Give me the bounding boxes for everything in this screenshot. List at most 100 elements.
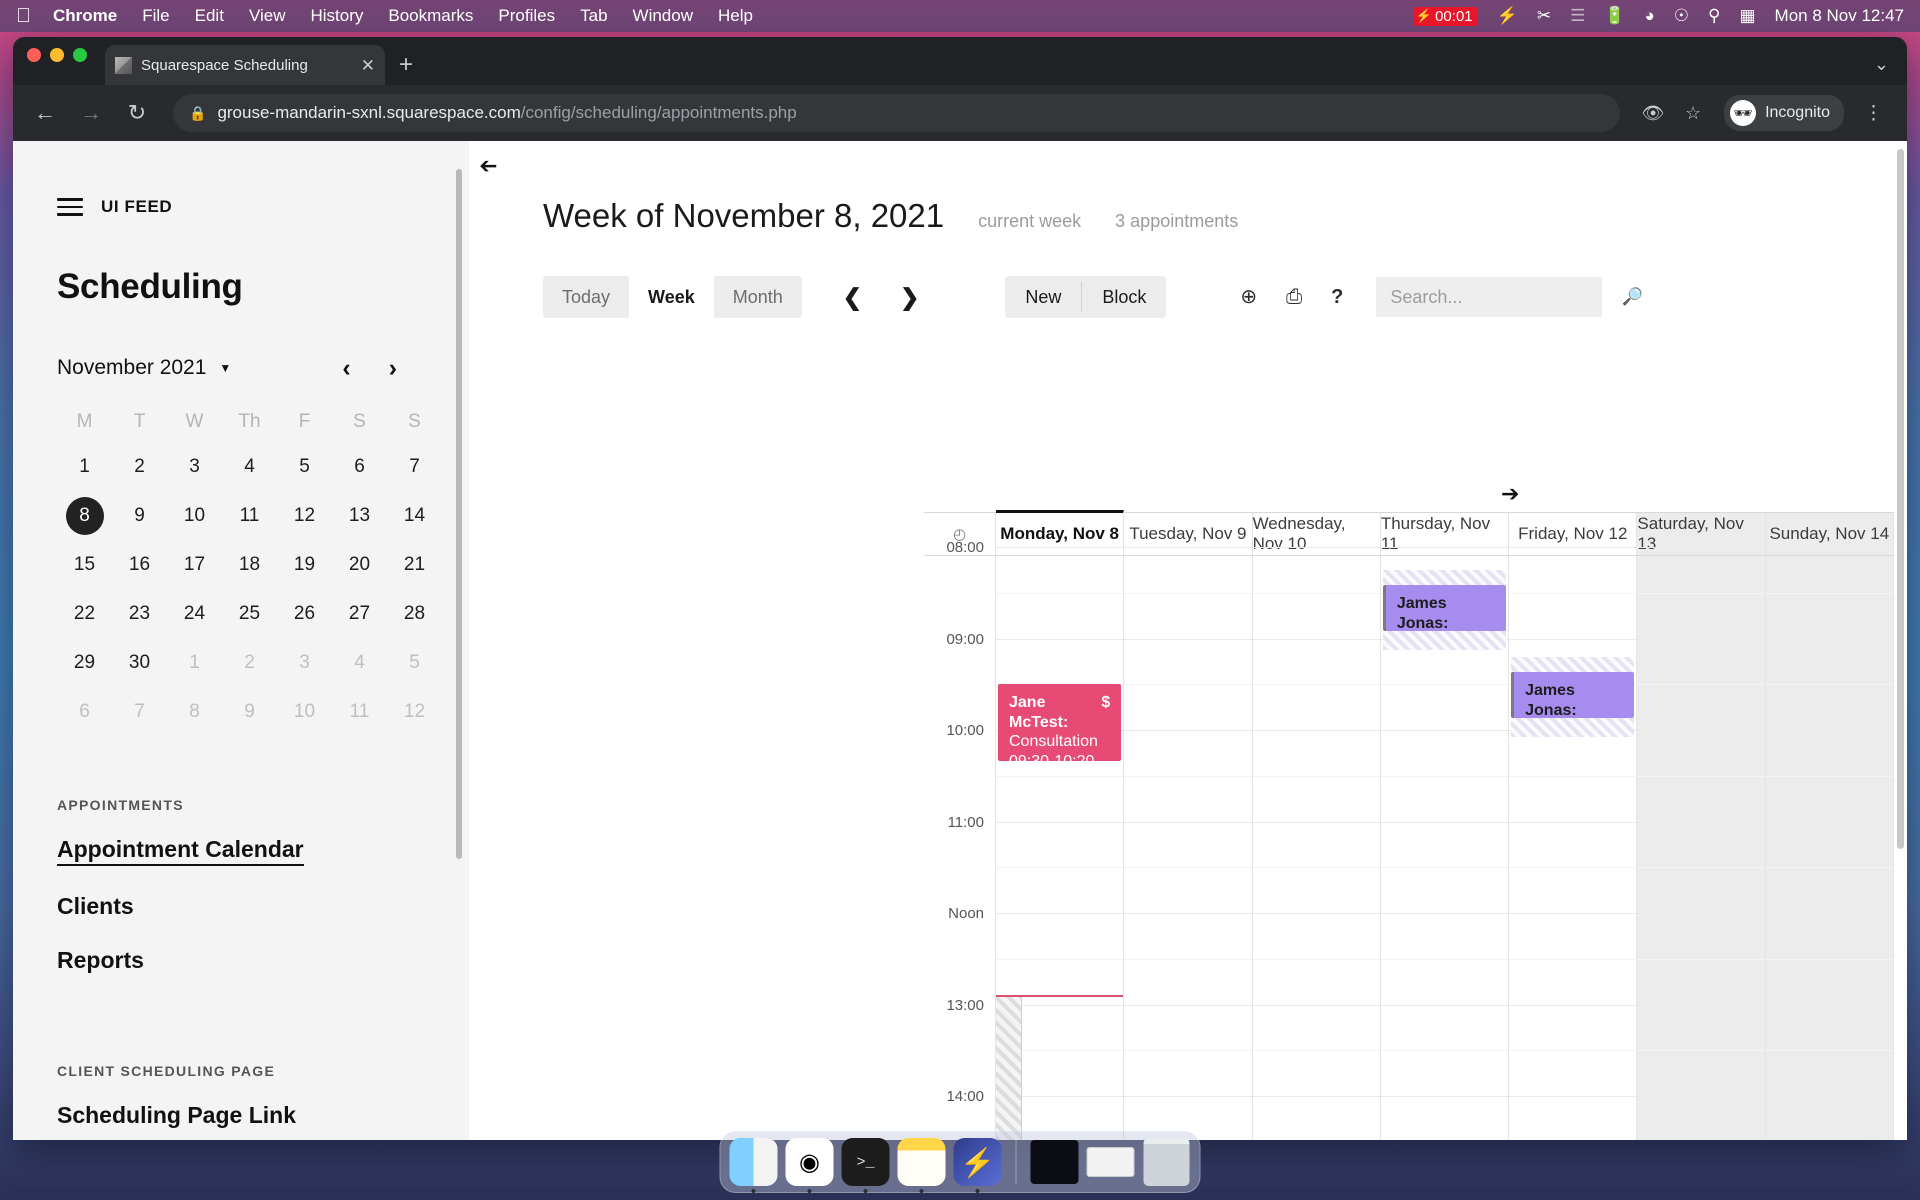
menu-item-history[interactable]: History xyxy=(310,6,363,26)
reload-icon[interactable]: ↻ xyxy=(119,100,155,126)
eye-slash-icon[interactable]: 👁 xyxy=(1638,103,1668,124)
user-icon[interactable]: ☉ xyxy=(1674,6,1689,26)
kebab-menu-icon[interactable]: ⋮ xyxy=(1854,104,1893,123)
mini-cal-day-15[interactable]: 15 xyxy=(57,541,112,590)
mini-cal-day-1[interactable]: 1 xyxy=(167,639,222,688)
calendar-day-column-4[interactable]: James Jonas: Website review09:20-09:50 xyxy=(1509,547,1638,1140)
caret-down-icon[interactable]: ▼ xyxy=(219,361,231,375)
control-center-icon[interactable]: ☰ xyxy=(1570,6,1585,26)
menu-item-profiles[interactable]: Profiles xyxy=(498,6,555,26)
printer-icon[interactable]: ⎙ xyxy=(1286,287,1302,307)
wifi-icon[interactable]: ◕ xyxy=(1644,6,1654,26)
mini-cal-day-26[interactable]: 26 xyxy=(277,590,332,639)
chevron-down-icon[interactable]: ⌄ xyxy=(1874,54,1889,75)
mini-cal-day-11[interactable]: 11 xyxy=(332,688,387,737)
apple-icon[interactable]:  xyxy=(16,6,31,26)
mini-cal-day-20[interactable]: 20 xyxy=(332,541,387,590)
menu-item-view[interactable]: View xyxy=(249,6,286,26)
mini-cal-day-27[interactable]: 27 xyxy=(332,590,387,639)
view-month-button[interactable]: Month xyxy=(714,276,802,318)
search-icon[interactable]: 🔍 xyxy=(1622,287,1643,307)
next-week-button[interactable]: ❯ xyxy=(900,276,919,318)
calendar-day-header-2[interactable]: Wednesday, Nov 10 xyxy=(1253,513,1381,555)
calendar-day-column-0[interactable]: $Jane McTest: Consultation09:30-10:20Giv… xyxy=(996,547,1125,1140)
mini-cal-day-13[interactable]: 13 xyxy=(332,492,387,541)
mini-cal-day-3[interactable]: 3 xyxy=(167,443,222,492)
prev-week-button[interactable]: ❮ xyxy=(843,276,862,318)
search-icon[interactable]: ⚲ xyxy=(1708,6,1720,26)
mini-cal-day-29[interactable]: 29 xyxy=(57,639,112,688)
sidebar-item-appointment-calendar[interactable]: Appointment Calendar xyxy=(57,836,304,866)
calendar-day-column-3[interactable]: James Jonas: Website review08:30-09:00 xyxy=(1380,547,1510,1140)
mini-cal-day-18[interactable]: 18 xyxy=(222,541,277,590)
mini-cal-day-8[interactable]: 8 xyxy=(167,688,222,737)
menu-item-chrome[interactable]: Chrome xyxy=(53,6,117,26)
lightning-icon[interactable]: ⚡ xyxy=(953,1138,1002,1186)
block-time-button[interactable]: Block xyxy=(1082,276,1166,318)
recording-indicator[interactable]: ⚡ 00:01 xyxy=(1412,6,1478,26)
mini-cal-day-7[interactable]: 7 xyxy=(112,688,167,737)
menu-item-bookmarks[interactable]: Bookmarks xyxy=(388,6,473,26)
calendar-day-header-0[interactable]: Monday, Nov 8 xyxy=(996,510,1125,555)
zoom-in-icon[interactable]: ⊕ xyxy=(1240,287,1257,307)
battery-icon[interactable]: 🔋 xyxy=(1604,6,1625,26)
mini-cal-day-22[interactable]: 22 xyxy=(57,590,112,639)
terminal-icon[interactable]: >_ xyxy=(841,1138,890,1186)
mini-cal-day-9[interactable]: 9 xyxy=(222,688,277,737)
new-appointment-button[interactable]: New xyxy=(1005,276,1081,318)
address-bar[interactable]: 🔒 grouse-mandarin-sxnl.squarespace.com/c… xyxy=(173,94,1621,132)
notes-icon[interactable] xyxy=(897,1138,946,1186)
close-window-button[interactable] xyxy=(27,48,41,62)
mini-cal-day-14[interactable]: 14 xyxy=(387,492,442,541)
calendar-day-header-4[interactable]: Friday, Nov 12 xyxy=(1509,513,1638,555)
appointment-block-2[interactable]: James Jonas: Website review09:20-09:50 xyxy=(1511,672,1635,719)
mini-calendar-month[interactable]: November 2021 xyxy=(57,356,206,380)
view-today-button[interactable]: Today xyxy=(543,276,629,318)
chrome-icon[interactable]: ◉ xyxy=(785,1138,834,1186)
chevron-right-icon[interactable]: › xyxy=(389,355,397,381)
mini-cal-day-5[interactable]: 5 xyxy=(277,443,332,492)
sidebar-item-reports[interactable]: Reports xyxy=(57,947,144,974)
mini-cal-day-7[interactable]: 7 xyxy=(387,443,442,492)
window-traffic-lights[interactable] xyxy=(27,37,87,85)
chevron-left-icon[interactable]: ‹ xyxy=(342,355,350,381)
mini-cal-day-6[interactable]: 6 xyxy=(332,443,387,492)
sidebar-scrollbar[interactable] xyxy=(456,169,462,859)
calendar-day-column-6[interactable] xyxy=(1765,547,1894,1140)
maximize-window-button[interactable] xyxy=(73,48,87,62)
screenshot-icon[interactable] xyxy=(1030,1138,1079,1186)
mini-cal-day-12[interactable]: 12 xyxy=(387,688,442,737)
minimize-window-button[interactable] xyxy=(50,48,64,62)
appointment-block-1[interactable]: James Jonas: Website review08:30-09:00 xyxy=(1382,585,1507,632)
trash-icon[interactable] xyxy=(1143,1138,1191,1186)
mini-cal-day-2[interactable]: 2 xyxy=(222,639,277,688)
arrow-left-icon[interactable]: ← xyxy=(27,100,63,126)
browser-tab[interactable]: Squarespace Scheduling ✕ xyxy=(105,45,385,85)
mini-cal-day-2[interactable]: 2 xyxy=(112,443,167,492)
star-icon[interactable]: ☆ xyxy=(1678,103,1708,124)
bolt-status-icon[interactable]: ⚡ xyxy=(1497,6,1518,26)
menu-item-tab[interactable]: Tab xyxy=(580,6,607,26)
mini-cal-day-28[interactable]: 28 xyxy=(387,590,442,639)
mini-cal-day-24[interactable]: 24 xyxy=(167,590,222,639)
mini-cal-day-10[interactable]: 10 xyxy=(277,688,332,737)
calendar-day-column-2[interactable] xyxy=(1252,547,1381,1140)
calendar-day-header-6[interactable]: Sunday, Nov 14 xyxy=(1765,513,1894,555)
profile-chip[interactable]: 🕶 Incognito xyxy=(1724,95,1844,131)
mini-cal-day-16[interactable]: 16 xyxy=(112,541,167,590)
mini-cal-day-5[interactable]: 5 xyxy=(387,639,442,688)
mini-cal-day-25[interactable]: 25 xyxy=(222,590,277,639)
calendar-day-header-5[interactable]: Saturday, Nov 13 xyxy=(1637,513,1766,555)
menu-item-file[interactable]: File xyxy=(142,6,169,26)
menu-item-help[interactable]: Help xyxy=(718,6,753,26)
plus-icon[interactable]: + xyxy=(399,53,413,77)
mini-cal-day-3[interactable]: 3 xyxy=(277,639,332,688)
mini-cal-day-4[interactable]: 4 xyxy=(332,639,387,688)
display-icon[interactable]: ▦ xyxy=(1739,6,1755,26)
mini-cal-day-10[interactable]: 10 xyxy=(167,492,222,541)
finder-icon[interactable] xyxy=(729,1138,778,1186)
scissors-icon[interactable]: ✂ xyxy=(1537,6,1551,26)
mini-cal-day-30[interactable]: 30 xyxy=(112,639,167,688)
calendar-day-column-1[interactable] xyxy=(1124,547,1253,1140)
sidebar-item-scheduling-page-link[interactable]: Scheduling Page Link xyxy=(57,1102,296,1129)
